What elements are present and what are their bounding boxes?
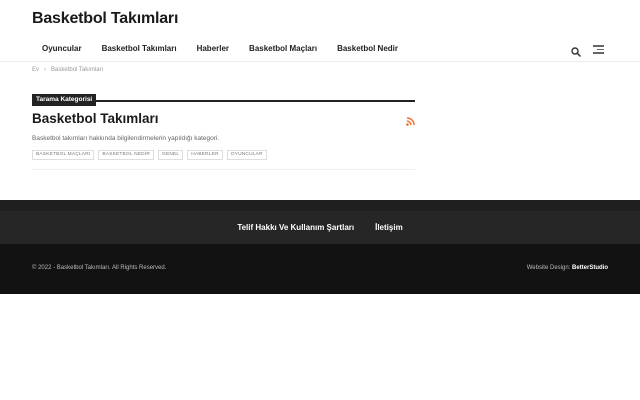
- main-nav: Oyuncular Basketbol Takımları Haberler B…: [32, 40, 408, 62]
- tag-basketbol-maclari[interactable]: BASKETBOL MAÇLARI: [32, 150, 95, 160]
- page-title: Basketbol Takımları: [32, 111, 159, 126]
- nav-item-basketbol-maclari[interactable]: Basketbol Maçları: [239, 40, 327, 62]
- tag-oyuncular[interactable]: OYUNCULAR: [226, 150, 267, 160]
- tag-basketbol-nedir[interactable]: BASKETBOL NEDİR: [98, 150, 155, 160]
- footer-link-contact[interactable]: İletişim: [375, 223, 403, 232]
- hamburger-menu-icon[interactable]: [593, 45, 604, 54]
- copyright-text: © 2022 - Basketbol Takımları. All Rights…: [32, 265, 167, 271]
- breadcrumb: Ev › Basketbol Takımları: [32, 67, 103, 73]
- nav-item-haberler[interactable]: Haberler: [187, 40, 239, 62]
- tag-genel[interactable]: GENEL: [158, 150, 184, 160]
- breadcrumb-current: Basketbol Takımları: [51, 67, 104, 73]
- nav-divider: [0, 61, 640, 62]
- tag-haberler[interactable]: HABERLER: [187, 150, 223, 160]
- category-badge: Tarama Kategorisi: [32, 94, 97, 106]
- search-icon[interactable]: [571, 44, 581, 57]
- design-credit-link[interactable]: BetterStudio: [572, 265, 608, 271]
- category-description: Basketbol takımları hakkında bilgilendir…: [32, 135, 220, 142]
- content-divider: [32, 169, 415, 170]
- breadcrumb-home[interactable]: Ev: [32, 67, 39, 73]
- site-title[interactable]: Basketbol Takımları: [32, 10, 178, 28]
- nav-item-oyuncular[interactable]: Oyuncular: [32, 40, 92, 62]
- footer-top-strip: [0, 200, 640, 211]
- category-heading-bar: Tarama Kategorisi: [32, 88, 415, 106]
- footer-menu: Telif Hakkı Ve Kullanım Şartları İletişi…: [0, 211, 640, 244]
- footer-link-terms[interactable]: Telif Hakkı Ve Kullanım Şartları: [237, 223, 354, 232]
- rss-icon[interactable]: [406, 113, 415, 126]
- design-credit-label: Website Design:: [526, 265, 572, 271]
- tag-list: BASKETBOL MAÇLARI BASKETBOL NEDİR GENEL …: [32, 150, 267, 160]
- design-credit: Website Design: BetterStudio: [527, 265, 608, 271]
- nav-item-basketbol-takimlari[interactable]: Basketbol Takımları: [91, 40, 187, 62]
- breadcrumb-separator: ›: [44, 67, 47, 73]
- nav-item-basketbol-nedir[interactable]: Basketbol Nedir: [327, 40, 408, 62]
- footer-bottom: © 2022 - Basketbol Takımları. All Rights…: [0, 244, 640, 294]
